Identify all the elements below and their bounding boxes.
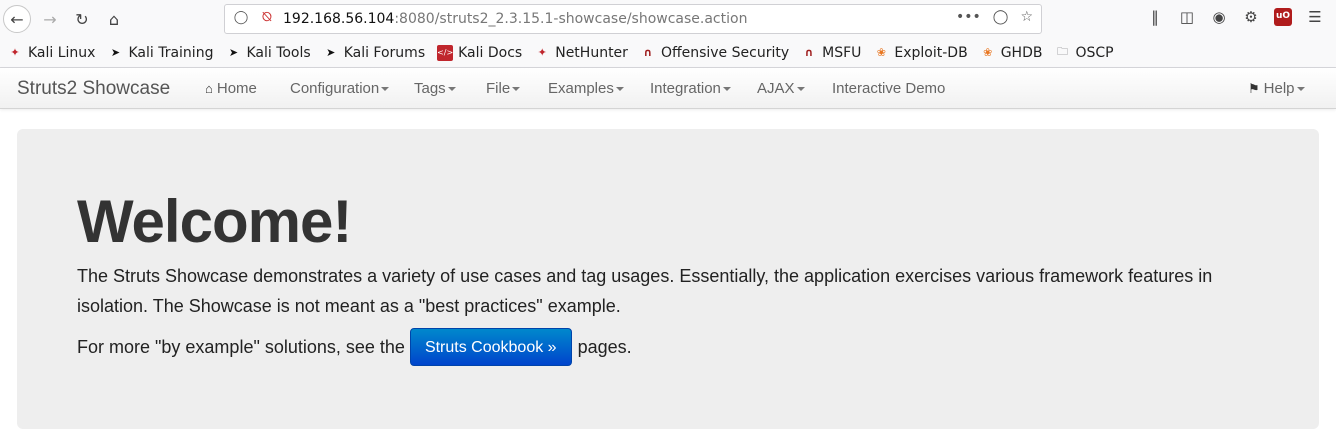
bookmark-label: Kali Linux — [28, 44, 96, 61]
bookmark-kali-training[interactable]: ➤ Kali Training — [107, 44, 214, 61]
welcome-jumbotron: Welcome! The Struts Showcase demonstrate… — [17, 129, 1319, 429]
dragon-icon: ➤ — [110, 46, 121, 59]
bookmark-label: Kali Forums — [343, 44, 426, 61]
kali-icon: ✦ — [10, 46, 20, 59]
url-text[interactable]: 192.168.56.104:8080/struts2_2.3.15.1-sho… — [283, 11, 747, 27]
bookmark-nethunter[interactable]: ✦ NetHunter — [534, 45, 628, 61]
docs-icon: </> — [437, 44, 453, 61]
exploit-icon: ❀ — [876, 46, 886, 59]
caret-down-icon — [447, 87, 456, 92]
url-path: :8080/struts2_2.3.15.1-showcase/showcase… — [394, 11, 748, 27]
nav-file[interactable]: File — [486, 80, 521, 97]
house-icon: ⌂ — [108, 9, 120, 29]
library-icon[interactable]: ‖ — [1146, 8, 1164, 26]
bookmark-offensive-security[interactable]: ∩ Offensive Security — [640, 45, 789, 61]
page-title: Welcome! — [77, 188, 352, 255]
bookmark-label: Kali Tools — [246, 44, 311, 61]
caret-down-icon — [796, 87, 805, 92]
intro-paragraph: The Struts Showcase demonstrates a varie… — [77, 266, 1213, 316]
caret-down-icon — [381, 87, 390, 92]
home-button[interactable]: ⌂ — [100, 5, 128, 33]
sidebar-icon[interactable]: ◫ — [1178, 8, 1196, 26]
bookmark-label: Offensive Security — [660, 44, 790, 61]
back-button[interactable]: ← — [3, 5, 31, 33]
reload-icon: ↻ — [75, 9, 89, 29]
bookmark-label: Kali Docs — [458, 44, 523, 61]
bookmark-exploit-db[interactable]: ❀ Exploit-DB — [873, 44, 968, 61]
bookmark-label: Kali Training — [128, 44, 214, 61]
caret-down-icon — [512, 87, 521, 92]
offsec-icon: ∩ — [804, 46, 814, 59]
nav-examples[interactable]: Examples — [548, 80, 624, 97]
app-navbar: Struts2 Showcase ⌂ Home Configuration Tag… — [0, 68, 1336, 109]
bookmark-label: MSFU — [822, 44, 862, 61]
url-bar[interactable]: ◯ ⦰ 192.168.56.104:8080/struts2_2.3.15.1… — [224, 4, 1042, 34]
account-icon[interactable]: ◉ — [1210, 8, 1228, 26]
nav-integration[interactable]: Integration — [650, 80, 731, 97]
bookmark-kali-linux[interactable]: ✦ Kali Linux — [7, 45, 95, 61]
bookmark-ghdb[interactable]: ❀ GHDB — [980, 44, 1043, 61]
brand-link[interactable]: Struts2 Showcase — [17, 78, 170, 100]
flag-icon: ⚑ — [1248, 81, 1260, 96]
cookbook-prefix: For more "by example" solutions, see the — [77, 336, 405, 357]
struts-cookbook-button[interactable]: Struts Cookbook » — [409, 328, 572, 366]
nav-tags[interactable]: Tags — [414, 80, 456, 97]
ublock-icon[interactable]: uO — [1274, 8, 1292, 26]
nav-interactive-demo[interactable]: Interactive Demo — [832, 80, 945, 97]
exploit-icon: ❀ — [983, 46, 993, 59]
more-actions-icon[interactable]: ••• — [956, 9, 981, 25]
bookmark-label: Exploit-DB — [894, 44, 968, 61]
pocket-icon[interactable]: ◯ — [993, 9, 1009, 25]
offsec-icon: ∩ — [643, 46, 653, 59]
caret-down-icon — [615, 87, 624, 92]
cookbook-line: For more "by example" solutions, see the… — [77, 328, 632, 366]
reload-button[interactable]: ↻ — [68, 5, 96, 33]
bookmark-msfu[interactable]: ∩ MSFU — [801, 44, 862, 61]
bookmark-label: GHDB — [1000, 44, 1043, 61]
bookmark-oscp[interactable]: 🗀 OSCP — [1054, 44, 1114, 61]
url-host: 192.168.56.104 — [283, 11, 395, 27]
nav-configuration[interactable]: Configuration — [290, 80, 390, 97]
cookbook-suffix: pages. — [577, 336, 632, 357]
forward-button[interactable]: → — [36, 5, 64, 33]
extension-icon[interactable]: ⚙ — [1242, 8, 1260, 26]
home-icon: ⌂ — [205, 81, 213, 96]
nav-help[interactable]: ⚑ Help — [1248, 80, 1305, 97]
dragon-icon: ➤ — [228, 46, 239, 59]
star-icon[interactable]: ☆ — [1020, 9, 1033, 25]
bookmark-label: OSCP — [1075, 44, 1114, 61]
bookmark-label: NetHunter — [555, 44, 628, 61]
browser-toolbar: ← → ↻ ⌂ ◯ ⦰ 192.168.56.104:8080/struts2_… — [0, 0, 1336, 38]
bookmark-kali-tools[interactable]: ➤ Kali Tools — [225, 44, 311, 61]
bookmarks-bar: ✦ Kali Linux ➤ Kali Training ➤ Kali Tools ➤… — [0, 38, 1336, 68]
kali-icon: ✦ — [537, 46, 547, 59]
nav-home[interactable]: ⌂ Home — [205, 80, 257, 97]
menu-icon[interactable]: ☰ — [1306, 8, 1324, 26]
arrow-left-icon: ← — [10, 9, 24, 29]
folder-icon: 🗀 — [1056, 45, 1068, 58]
caret-down-icon — [1296, 87, 1305, 92]
nav-ajax[interactable]: AJAX — [757, 80, 805, 97]
bookmark-kali-docs[interactable]: </> Kali Docs — [437, 44, 523, 61]
bookmark-kali-forums[interactable]: ➤ Kali Forums — [323, 45, 425, 61]
insecure-lock-icon[interactable]: ⦰ — [259, 10, 275, 28]
dragon-icon: ➤ — [326, 46, 336, 59]
arrow-right-icon: → — [43, 9, 57, 29]
caret-down-icon — [722, 87, 731, 92]
shield-icon[interactable]: ◯ — [233, 10, 249, 28]
